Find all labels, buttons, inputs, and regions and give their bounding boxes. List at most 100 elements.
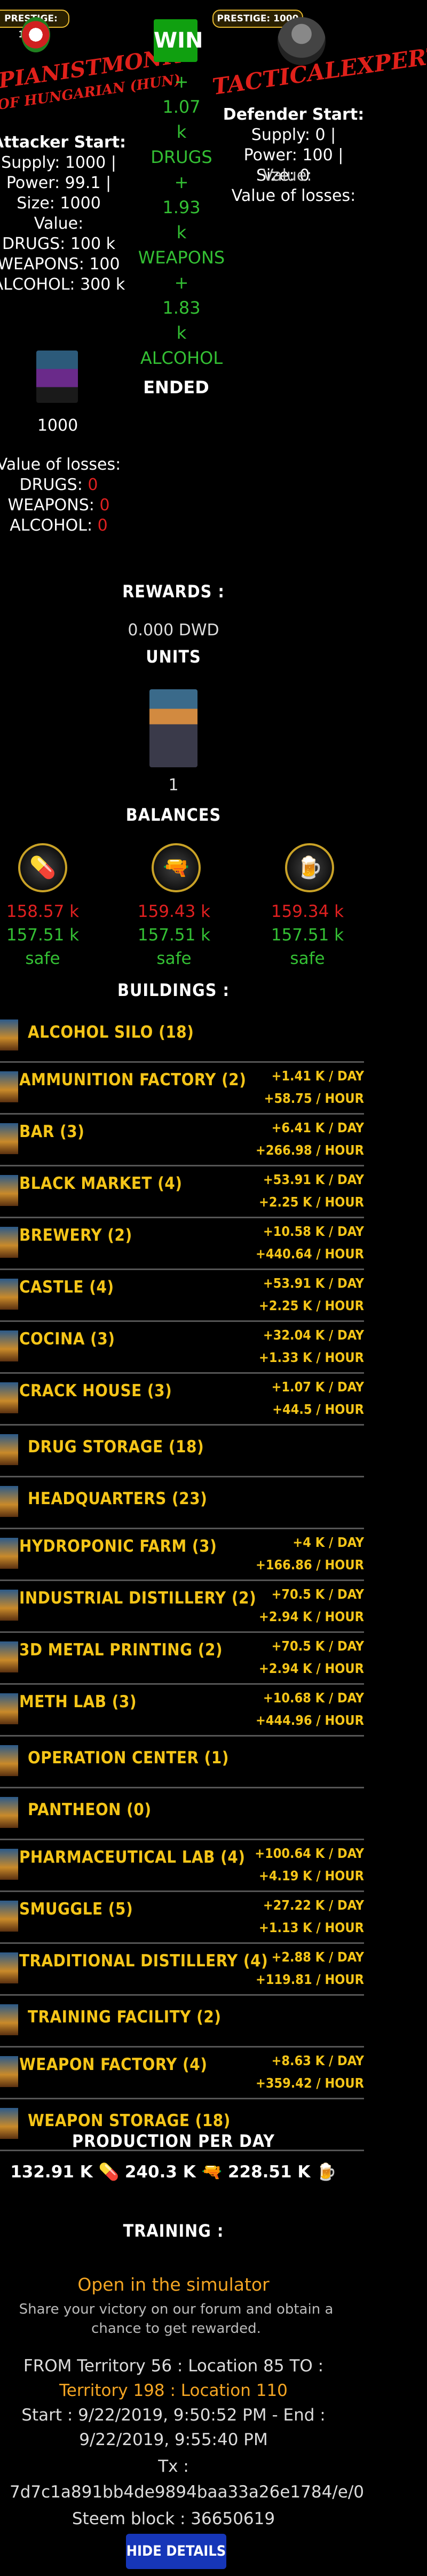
building-thumbnail	[0, 1019, 18, 1050]
from-line: FROM Territory 56 : Location 85 TO :	[23, 2356, 324, 2376]
building-rate-hour: +2.25 K / HOUR	[259, 1194, 364, 1210]
building-name: HYDROPONIC FARM (3)	[19, 1537, 217, 1556]
building-name: SMUGGLE (5)	[19, 1900, 133, 1919]
loss-weapons-label: WEAPONS:	[7, 496, 94, 515]
attacker-supply: Supply: 1000 |	[1, 153, 116, 172]
building-row: BAR (3) +6.41 K / DAY +266.98 / HOUR	[0, 1115, 364, 1166]
building-name: BAR (3)	[19, 1122, 85, 1141]
attacker-drugs: DRUGS: 100 k	[2, 235, 115, 253]
building-name: TRAINING FACILITY (2)	[28, 2007, 222, 2027]
building-rate-hour: +2.94 K / HOUR	[259, 1609, 364, 1624]
building-rate-day: +8.63 K / DAY	[271, 2053, 364, 2068]
weapons-icon: 🔫	[152, 843, 201, 892]
buildings-title: BUILDINGS :	[117, 980, 230, 1000]
balance-alcohol-total: 159.34 k	[271, 902, 344, 921]
building-row: ALCOHOL SILO (18)	[0, 1011, 364, 1063]
defender-supply: Supply: 0 |	[251, 126, 336, 144]
building-name: WEAPON STORAGE (18)	[28, 2111, 231, 2130]
building-thumbnail	[0, 1123, 18, 1154]
building-row: METH LAB (3) +10.68 K / DAY +444.96 / HOUR	[0, 1685, 364, 1737]
share-text: Share your victory on our forum and obta…	[19, 2301, 334, 2337]
loss-drugs-label: DRUGS:	[19, 476, 83, 494]
production-alcohol-icon: 🍺	[316, 2162, 337, 2182]
building-thumbnail	[0, 1797, 18, 1828]
building-thumbnail	[0, 1952, 18, 1983]
building-rate-hour: +359.42 / HOUR	[255, 2075, 364, 2091]
attacker-alcohol: ALCOHOL: 300 k	[0, 275, 125, 294]
production-weapons-icon: 🔫	[201, 2162, 223, 2182]
building-row: COCINA (3) +32.04 K / DAY +1.33 K / HOUR	[0, 1322, 364, 1374]
balance-alcohol-safe-amount: 157.51 k	[271, 925, 344, 945]
balance-weapons-total: 159.43 k	[137, 902, 211, 921]
building-rate-hour: +44.5 / HOUR	[272, 1402, 364, 1417]
building-rate-day: +2.88 K / DAY	[271, 1949, 364, 1965]
defender-avatar	[278, 17, 326, 65]
building-rate-day: +1.41 K / DAY	[271, 1068, 364, 1084]
win-badge: WIN	[154, 19, 203, 62]
building-row: WEAPON FACTORY (4) +8.63 K / DAY +359.42 /…	[0, 2048, 364, 2099]
building-thumbnail	[0, 1227, 18, 1258]
defender-size-row: Size: 0 Value:	[213, 166, 374, 186]
building-name: TRADITIONAL DISTILLERY (4)	[19, 1951, 268, 1971]
gain-plus-1: +	[174, 72, 189, 92]
building-thumbnail	[0, 1279, 18, 1310]
building-row: TRAINING FACILITY (2)	[0, 1996, 364, 2048]
to-line[interactable]: Territory 198 : Location 110	[0, 2381, 347, 2400]
building-rate-hour: +444.96 / HOUR	[255, 1713, 364, 1728]
gain-alcohol-label: ALCOHOL	[140, 348, 223, 368]
balance-drugs-safe-amount: 157.51 k	[6, 925, 80, 945]
building-name: 3D METAL PRINTING (2)	[19, 1640, 223, 1660]
building-row: BREWERY (2) +10.58 K / DAY +440.64 / HOUR	[0, 1218, 364, 1270]
building-thumbnail	[0, 1071, 18, 1102]
building-name: ALCOHOL SILO (18)	[28, 1023, 194, 1042]
defender-value-label: Value:	[263, 166, 312, 185]
building-name: BLACK MARKET (4)	[19, 1174, 183, 1193]
building-rate-day: +4 K / DAY	[292, 1535, 364, 1550]
building-row: BLACK MARKET (4) +53.91 K / DAY +2.25 K / …	[0, 1166, 364, 1218]
defender-start-label: Defender Start:	[223, 105, 365, 124]
building-thumbnail	[0, 1849, 18, 1880]
attacker-stats: Attacker Start: Supply: 1000 | Power: 99…	[0, 133, 128, 295]
building-rate-day: +6.41 K / DAY	[271, 1120, 364, 1135]
gain-weapons-k: k	[176, 222, 187, 243]
attacker-flag-avatar	[21, 17, 50, 52]
building-name: CRACK HOUSE (3)	[19, 1381, 172, 1400]
units-title: UNITS	[146, 647, 201, 667]
building-rate-hour: +119.81 / HOUR	[255, 1972, 364, 1987]
building-row: 3D METAL PRINTING (2) +70.5 K / DAY +2.94 …	[0, 1633, 364, 1685]
building-name: HEADQUARTERS (23)	[28, 1489, 208, 1508]
building-name: CASTLE (4)	[19, 1278, 114, 1297]
balance-weapons-safe-label: safe	[156, 949, 192, 968]
building-thumbnail	[0, 1486, 18, 1517]
building-row: PHARMACEUTICAL LAB (4) +100.64 K / DAY +4.…	[0, 1840, 364, 1892]
rewards-value: 0.000 DWD	[128, 621, 219, 640]
building-rate-day: +27.22 K / DAY	[263, 1897, 364, 1913]
hide-details-button[interactable]: HIDE DETAILS	[126, 2534, 226, 2569]
defender-stats: Defender Start: Supply: 0 | Power: 100 |…	[213, 105, 374, 206]
gain-alcohol-k: k	[176, 323, 187, 343]
production-drugs: 132.91 K	[10, 2162, 93, 2182]
building-rate-hour: +1.13 K / HOUR	[259, 1920, 364, 1935]
building-row: SMUGGLE (5) +27.22 K / DAY +1.13 K / HOUR	[0, 1892, 364, 1944]
attacker-loss-alcohol: ALCOHOL: 0	[0, 516, 128, 536]
loss-alcohol-value: 0	[97, 516, 108, 535]
building-rate-hour: +4.19 K / HOUR	[259, 1868, 364, 1884]
building-name: WEAPON FACTORY (4)	[19, 2055, 208, 2074]
drugs-icon: 💊	[18, 843, 67, 892]
simulator-link[interactable]: Open in the simulator	[0, 2274, 347, 2295]
production-alcohol: 228.51 K	[227, 2162, 311, 2182]
building-rate-day: +70.5 K / DAY	[271, 1586, 364, 1602]
balance-weapons-safe-amount: 157.51 k	[137, 925, 211, 945]
tx-hash[interactable]: 7d7c1a891bb4de9894baa33a26e1784/e/0	[0, 2482, 374, 2502]
building-thumbnail	[0, 1434, 18, 1465]
building-rate-day: +32.04 K / DAY	[263, 1327, 364, 1343]
attacker-start-label: Attacker Start:	[0, 133, 126, 152]
building-thumbnail	[0, 1745, 18, 1776]
attacker-size: Size: 1000	[17, 194, 101, 213]
units-count: 1	[168, 776, 179, 795]
building-rate-hour: +166.86 / HOUR	[255, 1557, 364, 1573]
attacker-loss-drugs: DRUGS: 0	[0, 475, 128, 495]
building-row: INDUSTRIAL DISTILLERY (2) +70.5 K / DAY +2…	[0, 1581, 364, 1633]
attacker-unit-image	[36, 351, 78, 403]
building-rate-hour: +2.25 K / HOUR	[259, 1298, 364, 1313]
